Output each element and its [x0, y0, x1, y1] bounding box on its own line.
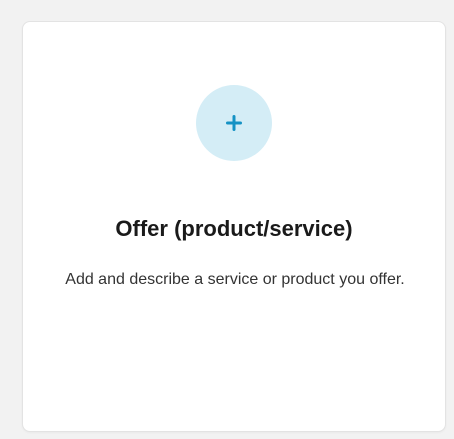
card-description: Add and describe a service or product yo…: [65, 271, 405, 288]
add-offer-button[interactable]: [196, 85, 272, 161]
plus-icon: [226, 115, 242, 131]
add-offer-card[interactable]: Offer (product/service) Add and describe…: [22, 21, 446, 432]
card-title: Offer (product/service): [115, 216, 353, 241]
